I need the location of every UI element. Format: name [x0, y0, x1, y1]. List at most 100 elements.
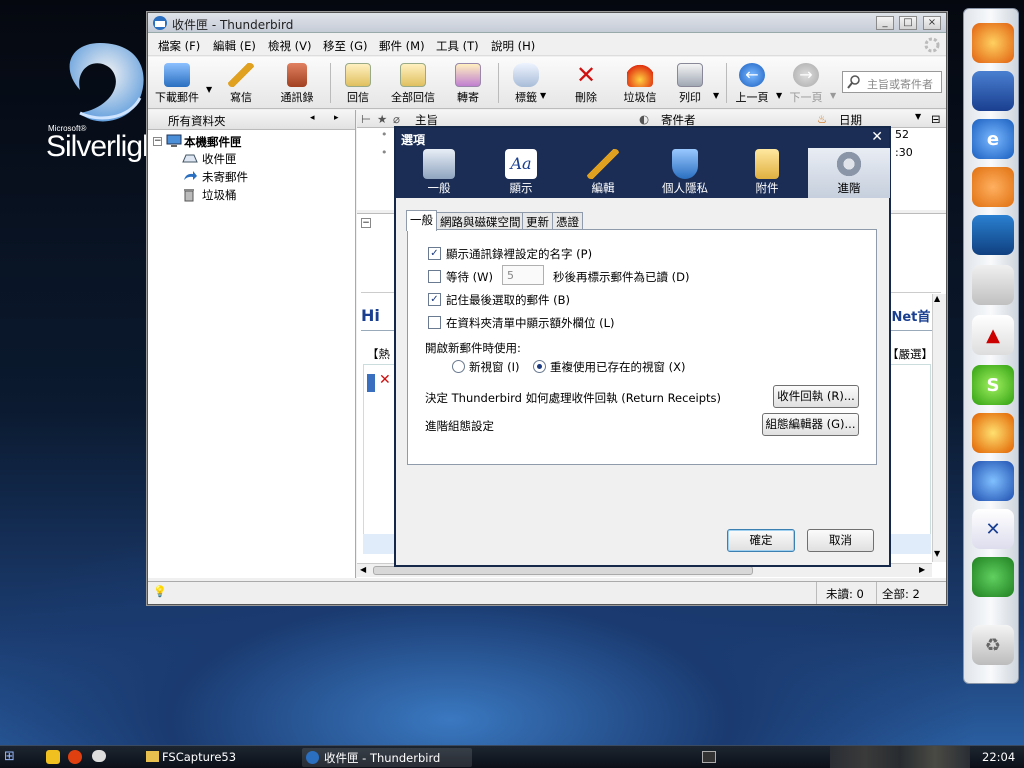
- tab-network-disk[interactable]: 網路與磁碟空間: [436, 212, 525, 230]
- window-titlebar[interactable]: 收件匣 - Thunderbird _ □ ×: [148, 13, 946, 33]
- get-mail-button[interactable]: 下載郵件: [152, 57, 202, 109]
- remember-last-message-checkbox[interactable]: ✓: [428, 293, 441, 306]
- thunderbird-icon[interactable]: [972, 215, 1014, 255]
- scroll-down-icon[interactable]: ▼: [934, 549, 940, 558]
- folder-trash[interactable]: 垃圾桶: [202, 187, 237, 203]
- next-view-icon[interactable]: ▸: [334, 113, 339, 123]
- scroll-thumb[interactable]: [373, 566, 753, 575]
- reuse-window-radio[interactable]: [533, 360, 546, 373]
- get-mail-dropdown-icon[interactable]: ▼: [206, 85, 212, 94]
- close-button[interactable]: ×: [923, 16, 941, 30]
- ok-button[interactable]: 確定: [727, 529, 795, 552]
- maximize-button[interactable]: □: [899, 16, 917, 30]
- quicklaunch-icon[interactable]: [46, 750, 60, 764]
- scroll-right-icon[interactable]: ▶: [919, 565, 925, 574]
- dialog-titlebar[interactable]: 選項 ✕: [396, 128, 889, 148]
- folder-pane-header[interactable]: 所有資料夾 ◂ ▸: [148, 110, 355, 130]
- category-display[interactable]: Aa 顯示: [480, 148, 562, 198]
- junk-column-icon[interactable]: ♨: [817, 112, 827, 126]
- clock[interactable]: 22:04: [982, 750, 1015, 764]
- keyboard-icon[interactable]: [702, 751, 716, 763]
- folder-unsent[interactable]: 未寄郵件: [202, 169, 248, 185]
- tag-button[interactable]: 標籤: [506, 57, 546, 109]
- menu-tools[interactable]: 工具 (T): [436, 38, 479, 54]
- menu-view[interactable]: 檢視 (V): [268, 38, 312, 54]
- skype-icon[interactable]: S: [972, 365, 1014, 405]
- recycle-bin-icon[interactable]: ♻: [972, 625, 1014, 665]
- sort-dropdown-icon[interactable]: ▼: [915, 112, 921, 121]
- reply-all-button[interactable]: 全部回信: [388, 57, 438, 109]
- back-button[interactable]: ← 上一頁: [730, 57, 774, 109]
- dialog-close-icon[interactable]: ✕: [871, 129, 883, 145]
- messenger-icon[interactable]: [972, 557, 1014, 597]
- category-advanced[interactable]: 進階: [808, 148, 890, 198]
- crossover-icon[interactable]: ✕: [972, 509, 1014, 549]
- prev-view-icon[interactable]: ◂: [310, 113, 315, 123]
- collapse-toggle-icon[interactable]: −: [153, 137, 162, 146]
- back-arrow-icon: ←: [739, 63, 765, 87]
- menu-edit[interactable]: 編輯 (E): [213, 38, 256, 54]
- cancel-button[interactable]: 取消: [807, 529, 874, 552]
- wait-mark-read-checkbox[interactable]: [428, 270, 441, 283]
- menu-message[interactable]: 郵件 (M): [379, 38, 425, 54]
- picasa-icon[interactable]: [972, 413, 1014, 453]
- firefox-icon[interactable]: [972, 23, 1014, 63]
- attachment-column-icon[interactable]: ⌀: [393, 112, 400, 126]
- ie-icon[interactable]: e: [972, 119, 1014, 159]
- header-collapse-icon[interactable]: −: [361, 218, 371, 228]
- folder-inbox[interactable]: 收件匣: [202, 151, 237, 167]
- tab-general[interactable]: 一般: [406, 210, 437, 231]
- minimize-button[interactable]: _: [876, 16, 894, 30]
- extra-columns-checkbox[interactable]: [428, 316, 441, 329]
- media-player-icon[interactable]: ▲: [972, 315, 1014, 355]
- address-book-button[interactable]: 通訊錄: [274, 57, 320, 109]
- browser-globe-icon[interactable]: [972, 461, 1014, 501]
- category-general[interactable]: 一般: [398, 148, 480, 198]
- options-dialog: 選項 ✕ 一般 Aa 顯示 編輯 個人隱私 附件 進階 一般 網路與磁碟空間 更新…: [394, 126, 891, 567]
- scroll-up-icon[interactable]: ▲: [934, 294, 940, 303]
- scroll-left-icon[interactable]: ◀: [360, 565, 366, 574]
- chat-bubble-icon[interactable]: [92, 750, 106, 762]
- print-button[interactable]: 列印: [670, 57, 710, 109]
- wait-seconds-input[interactable]: 5: [502, 265, 544, 285]
- junk-button[interactable]: 垃圾信: [618, 57, 662, 109]
- tab-update[interactable]: 更新: [522, 212, 553, 230]
- preview-link[interactable]: iNet首: [887, 306, 930, 325]
- category-composition[interactable]: 編輯: [562, 148, 644, 198]
- category-attachments[interactable]: 附件: [726, 148, 808, 198]
- quicklaunch-icon[interactable]: [68, 750, 82, 764]
- category-privacy[interactable]: 個人隱私: [644, 148, 726, 198]
- print-dropdown-icon[interactable]: ▼: [713, 91, 719, 100]
- menu-help[interactable]: 說明 (H): [491, 38, 535, 54]
- tag-dropdown-icon[interactable]: ▼: [540, 91, 546, 100]
- column-picker-icon[interactable]: ⊟: [931, 112, 941, 126]
- show-addressbook-names-checkbox[interactable]: ✓: [428, 247, 441, 260]
- delete-button[interactable]: ✕ 刪除: [566, 57, 606, 109]
- mail-app-icon[interactable]: [972, 71, 1014, 111]
- start-button[interactable]: ⊞: [4, 749, 36, 766]
- back-dropdown-icon[interactable]: ▼: [776, 91, 782, 100]
- new-window-radio[interactable]: [452, 360, 465, 373]
- write-button[interactable]: 寫信: [220, 57, 262, 109]
- menu-go[interactable]: 移至 (G): [323, 38, 368, 54]
- local-folders-item[interactable]: 本機郵件匣: [184, 134, 242, 150]
- star-column-icon[interactable]: ★: [377, 112, 387, 126]
- menu-file[interactable]: 檔案 (F): [158, 38, 200, 54]
- read-column-icon[interactable]: ◐: [639, 112, 649, 126]
- blender-icon[interactable]: [972, 167, 1014, 207]
- system-tray[interactable]: [830, 746, 970, 768]
- return-receipts-button[interactable]: 收件回執 (R)...: [773, 385, 859, 408]
- reply-button[interactable]: 回信: [338, 57, 378, 109]
- preview-vertical-scrollbar[interactable]: ▲ ▼: [932, 294, 946, 562]
- message-row-time[interactable]: 52: [895, 128, 909, 141]
- task-thunderbird[interactable]: 收件匣 - Thunderbird: [302, 748, 472, 767]
- config-editor-button[interactable]: 組態編輯器 (G)...: [762, 413, 859, 436]
- message-row-time[interactable]: :30: [895, 146, 913, 159]
- contact-card-icon[interactable]: [972, 265, 1014, 305]
- forward-button[interactable]: 轉寄: [448, 57, 488, 109]
- tab-certificates[interactable]: 憑證: [552, 212, 583, 230]
- thread-column-icon[interactable]: ⊢: [361, 112, 371, 126]
- forward-nav-dropdown-icon[interactable]: ▼: [830, 91, 836, 100]
- forward-nav-button[interactable]: → 下一頁: [784, 57, 828, 109]
- task-fscapture[interactable]: FSCapture53: [140, 748, 290, 767]
